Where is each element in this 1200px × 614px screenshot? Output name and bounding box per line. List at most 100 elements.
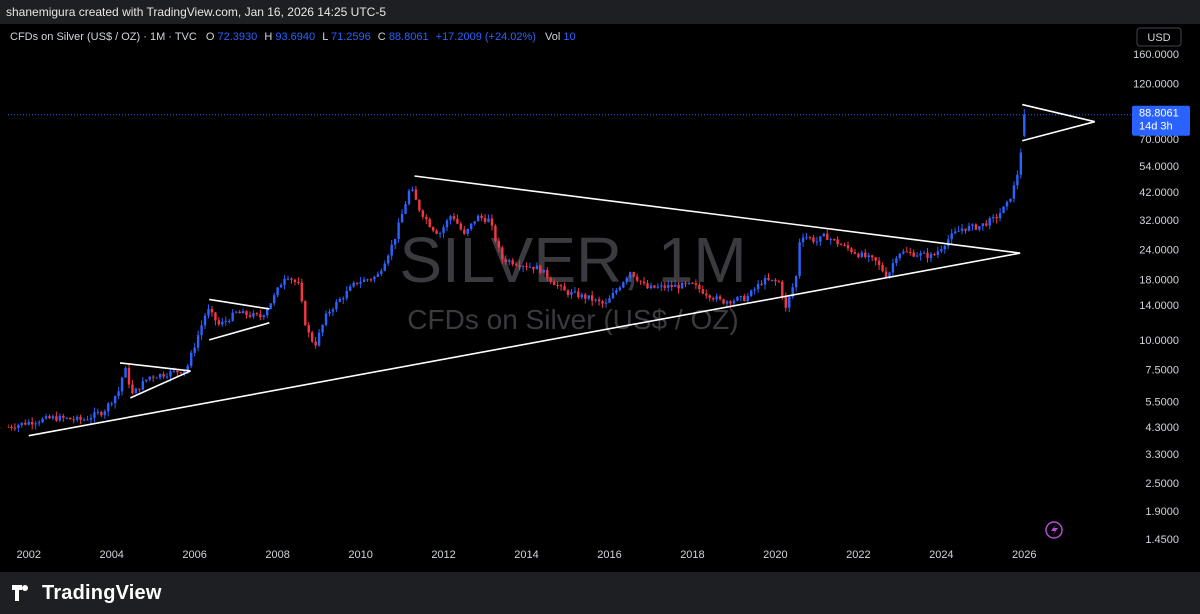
candle-body xyxy=(428,219,431,228)
candle-body xyxy=(224,321,227,323)
candle-body xyxy=(331,309,335,312)
candle-body xyxy=(708,295,711,299)
candle-body xyxy=(753,289,756,291)
candle-body xyxy=(895,258,898,264)
candle-body xyxy=(151,376,155,378)
candle-body xyxy=(525,266,528,268)
candle-body xyxy=(763,278,767,285)
candle-body xyxy=(62,415,65,418)
time-axis[interactable]: 2002 2004 2006 2008 2010 2012 2014 2016 2018 2020… xyxy=(16,549,1036,561)
candle-body xyxy=(438,233,442,235)
candle-body xyxy=(594,299,597,301)
candle-body xyxy=(148,376,151,380)
candle-body xyxy=(563,286,566,291)
candle-body xyxy=(459,223,463,230)
candle-body xyxy=(732,300,736,304)
candle-body xyxy=(587,295,590,299)
candle-body xyxy=(546,269,549,278)
candle-body xyxy=(193,347,196,353)
trendline[interactable] xyxy=(1022,103,1095,123)
time-tick-label: 2022 xyxy=(846,549,870,561)
candle-body xyxy=(947,239,950,246)
candle-body xyxy=(832,239,836,241)
credit-bar: shanemigura created with TradingView.com… xyxy=(0,0,1200,24)
candle-body xyxy=(919,253,922,256)
candle-body xyxy=(483,218,487,222)
watermark-title: SILVER, 1M xyxy=(399,224,746,296)
trendline[interactable] xyxy=(208,322,270,341)
candle-body xyxy=(988,218,991,226)
candle-body xyxy=(722,299,725,304)
candle-body xyxy=(504,259,507,262)
time-tick-label: 2012 xyxy=(431,549,455,561)
candle-body xyxy=(72,419,75,421)
trendline[interactable] xyxy=(209,298,270,310)
candle-body xyxy=(584,294,587,299)
candle-body xyxy=(497,240,501,248)
candle-body xyxy=(352,282,355,287)
candle-body xyxy=(953,231,957,234)
legend-c-label: C xyxy=(378,31,386,43)
candle-body xyxy=(705,293,708,296)
candle-body xyxy=(449,216,452,221)
candle-body xyxy=(995,216,998,219)
candle-body xyxy=(324,313,328,325)
trendline[interactable] xyxy=(119,362,191,372)
candle-body xyxy=(393,238,397,245)
candle-body xyxy=(158,373,162,378)
chart-area[interactable]: SILVER, 1M CFDs on Silver (US$ / OZ) CFD… xyxy=(6,24,1192,572)
candle-body xyxy=(176,370,179,373)
candle-body xyxy=(729,301,732,304)
candle-body xyxy=(169,371,172,377)
legend-h-value: 93.6940 xyxy=(275,31,315,43)
candle-body xyxy=(110,403,113,405)
candle-body xyxy=(909,251,912,253)
price-chart[interactable]: SILVER, 1M CFDs on Silver (US$ / OZ) CFD… xyxy=(6,24,1192,572)
trendline[interactable] xyxy=(1022,120,1096,142)
candle-body xyxy=(532,266,535,270)
candle-body xyxy=(494,225,497,241)
candle-body xyxy=(279,284,283,288)
lightning-icon[interactable] xyxy=(1045,521,1063,539)
last-price-tag: 88.8061 14d 3h xyxy=(1132,105,1190,136)
candle-body xyxy=(456,218,459,224)
candle-body xyxy=(788,296,791,308)
candle-body xyxy=(985,223,988,226)
candle-body xyxy=(577,291,580,298)
candle-body xyxy=(867,255,870,258)
candle-body xyxy=(857,253,860,257)
candle-body xyxy=(463,229,466,234)
candle-body xyxy=(124,367,127,378)
legend-h-label: H xyxy=(264,31,272,43)
candle-body xyxy=(715,296,718,300)
candle-body xyxy=(490,218,494,226)
currency-button[interactable]: USD xyxy=(1136,27,1182,47)
candle-body xyxy=(957,230,960,232)
candle-body xyxy=(259,314,262,318)
candle-body xyxy=(891,263,895,273)
candle-body xyxy=(335,301,338,310)
candle-body xyxy=(884,271,888,278)
candle-body xyxy=(10,426,13,428)
candle-body xyxy=(691,282,694,284)
candle-body xyxy=(1005,201,1009,207)
candle-body xyxy=(400,213,404,223)
tradingview-logo[interactable]: TradingView xyxy=(12,582,162,604)
candle-body xyxy=(819,236,822,242)
candle-body xyxy=(528,266,532,268)
candle-body xyxy=(677,284,680,289)
tradingview-logo-icon xyxy=(12,585,36,601)
price-tick-label: 1.9000 xyxy=(1145,506,1179,518)
candle-body xyxy=(20,422,24,426)
candle-body xyxy=(794,276,798,288)
candle-body xyxy=(508,260,511,262)
candle-body xyxy=(556,285,559,287)
candle-body xyxy=(836,239,839,245)
candle-body xyxy=(784,296,787,308)
candle-body xyxy=(48,416,51,419)
candle-body xyxy=(774,279,777,282)
candle-body xyxy=(639,280,642,282)
candle-body xyxy=(338,299,342,302)
candle-body xyxy=(978,226,981,230)
candle-body xyxy=(366,279,369,281)
